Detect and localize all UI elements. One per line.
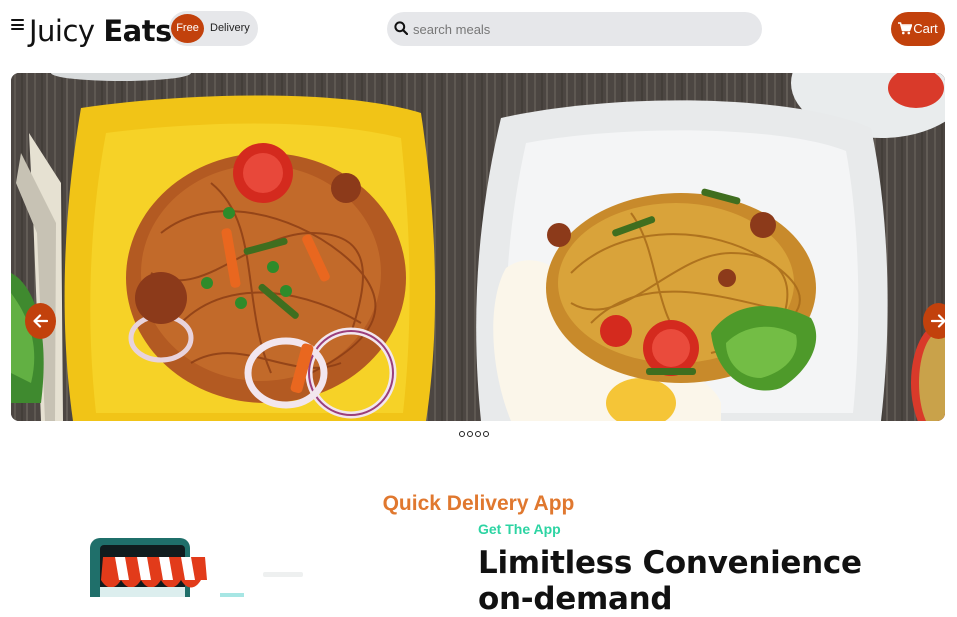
carousel-indicators [459,431,489,438]
cart-label: Cart [913,21,938,36]
search-bar [387,12,762,46]
brand-logo[interactable]: Juicy Eats [29,12,172,50]
section-eyebrow: Get The App [478,521,561,537]
carousel-dot[interactable] [459,431,465,437]
search-input[interactable] [413,12,743,46]
brand-name-bold: Eats [103,14,172,48]
section-headline: Limitless Convenience on-demand [478,545,862,617]
delivery-mode-toggle[interactable]: Free Delivery [169,11,258,46]
arrow-left-icon [33,314,48,328]
toggle-free-option[interactable]: Free [171,14,204,43]
cart-button[interactable]: Cart [891,12,945,46]
carousel-prev-button[interactable] [25,303,56,339]
arrow-right-icon [931,314,945,328]
carousel-dot[interactable] [483,431,489,437]
cart-icon [898,22,913,35]
search-icon [394,21,408,35]
carousel-dot[interactable] [475,431,481,437]
hamburger-menu-icon[interactable] [11,19,24,30]
hero-carousel [11,73,945,421]
carousel-dot[interactable] [467,431,473,437]
carousel-slide-image [11,73,945,421]
top-navbar: Juicy Eats Free Delivery Cart [0,0,957,58]
section-title: Quick Delivery App [382,492,575,515]
mobile-store-illustration [85,535,315,597]
brand-name-light: Juicy [29,14,95,48]
toggle-delivery-option[interactable]: Delivery [210,11,250,46]
